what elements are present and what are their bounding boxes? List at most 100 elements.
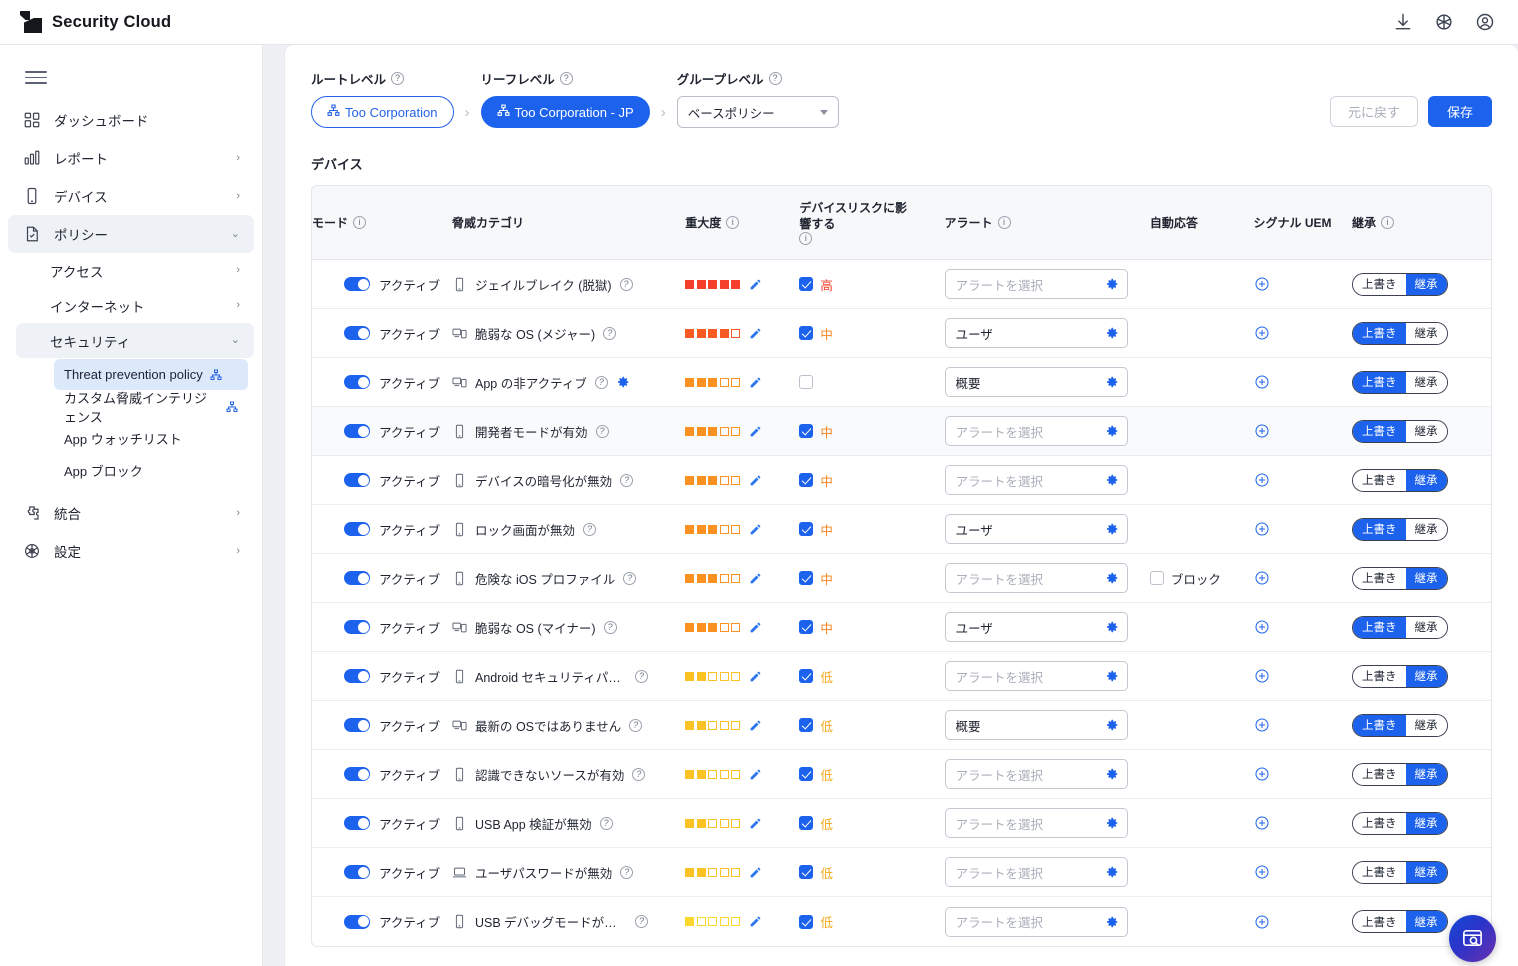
help-icon[interactable]: ? (603, 326, 617, 340)
alert-select[interactable]: アラートを選択 (944, 759, 1128, 790)
inheritance-inherit-option[interactable]: 継承 (1405, 911, 1447, 933)
inheritance-override-option[interactable]: 上書き (1353, 567, 1406, 589)
inheritance-override-option[interactable]: 上書き (1353, 469, 1406, 491)
inheritance-inherit-option[interactable]: 継承 (1405, 518, 1447, 540)
device-risk-checkbox[interactable] (799, 620, 814, 635)
device-risk-checkbox[interactable] (799, 473, 814, 488)
inheritance-toggle[interactable]: 上書き 継承 (1352, 468, 1448, 492)
alert-select[interactable]: アラートを選択 (944, 416, 1128, 447)
gear-icon[interactable] (1433, 11, 1455, 33)
inheritance-inherit-option[interactable]: 継承 (1405, 714, 1447, 736)
inheritance-toggle[interactable]: 上書き 継承 (1352, 762, 1448, 786)
alert-settings-icon[interactable] (1105, 915, 1119, 929)
edit-severity-icon[interactable] (749, 915, 762, 928)
alert-settings-icon[interactable] (1105, 375, 1119, 389)
alert-settings-icon[interactable] (1105, 571, 1119, 585)
inheritance-override-option[interactable]: 上書き (1353, 616, 1406, 638)
inheritance-toggle[interactable]: 上書き 継承 (1352, 615, 1448, 639)
inheritance-override-option[interactable]: 上書き (1353, 763, 1406, 785)
mode-toggle[interactable] (344, 620, 370, 635)
sidebar-item-settings[interactable]: 設定 › (8, 532, 254, 570)
account-icon[interactable] (1474, 11, 1496, 33)
help-icon[interactable]: ? (620, 865, 634, 879)
mode-toggle[interactable] (344, 326, 370, 341)
alert-settings-icon[interactable] (1105, 718, 1119, 732)
inheritance-override-option[interactable]: 上書き (1353, 273, 1406, 295)
edit-severity-icon[interactable] (749, 866, 762, 879)
device-risk-checkbox[interactable] (799, 424, 814, 439)
alert-settings-icon[interactable] (1105, 473, 1119, 487)
add-signal-uem-icon[interactable] (1254, 374, 1270, 390)
help-icon[interactable]: ? (634, 669, 648, 683)
add-signal-uem-icon[interactable] (1254, 619, 1270, 635)
add-signal-uem-icon[interactable] (1254, 521, 1270, 537)
sidebar-item-devices[interactable]: デバイス › (8, 177, 254, 215)
edit-severity-icon[interactable] (749, 327, 762, 340)
info-icon[interactable]: i (353, 216, 367, 230)
add-signal-uem-icon[interactable] (1254, 717, 1270, 733)
device-risk-checkbox[interactable] (799, 326, 814, 341)
inheritance-inherit-option[interactable]: 継承 (1405, 567, 1447, 589)
edit-severity-icon[interactable] (749, 817, 762, 830)
edit-severity-icon[interactable] (749, 376, 762, 389)
sidebar-item-dashboard[interactable]: ダッシュボード (8, 101, 254, 139)
edit-severity-icon[interactable] (749, 621, 762, 634)
inheritance-inherit-option[interactable]: 継承 (1405, 273, 1447, 295)
inheritance-inherit-option[interactable]: 継承 (1405, 763, 1447, 785)
inheritance-override-option[interactable]: 上書き (1353, 371, 1406, 393)
inheritance-toggle[interactable]: 上書き 継承 (1352, 566, 1448, 590)
alert-select[interactable]: アラートを選択 (944, 465, 1128, 496)
alert-select[interactable]: アラートを選択 (944, 661, 1128, 692)
inheritance-toggle[interactable]: 上書き 継承 (1352, 664, 1448, 688)
device-risk-checkbox[interactable] (799, 375, 814, 390)
sidebar-item-app-watchlist[interactable]: App ウォッチリスト (54, 423, 248, 454)
edit-severity-icon[interactable] (749, 719, 762, 732)
device-risk-checkbox[interactable] (799, 914, 814, 929)
edit-severity-icon[interactable] (749, 425, 762, 438)
inheritance-override-option[interactable]: 上書き (1353, 665, 1406, 687)
edit-severity-icon[interactable] (749, 670, 762, 683)
help-icon[interactable]: ? (634, 915, 648, 929)
inheritance-override-option[interactable]: 上書き (1353, 861, 1406, 883)
sidebar-item-security[interactable]: セキュリティ ⌄ (16, 323, 254, 358)
inheritance-override-option[interactable]: 上書き (1353, 911, 1406, 933)
revert-button[interactable]: 元に戻す (1329, 96, 1418, 127)
add-signal-uem-icon[interactable] (1254, 815, 1270, 831)
alert-settings-icon[interactable] (1105, 522, 1119, 536)
info-icon[interactable]: i (997, 216, 1011, 230)
download-icon[interactable] (1392, 11, 1414, 33)
inheritance-toggle[interactable]: 上書き 継承 (1352, 811, 1448, 835)
inheritance-toggle[interactable]: 上書き 継承 (1352, 419, 1448, 443)
inheritance-override-option[interactable]: 上書き (1353, 812, 1406, 834)
inheritance-toggle[interactable]: 上書き 継承 (1352, 910, 1448, 934)
inheritance-override-option[interactable]: 上書き (1353, 518, 1406, 540)
inheritance-toggle[interactable]: 上書き 継承 (1352, 713, 1448, 737)
sidebar-item-policy[interactable]: ポリシー ⌄ (8, 215, 254, 253)
info-icon[interactable]: ? (559, 72, 573, 85)
alert-select[interactable]: アラートを選択 (944, 269, 1128, 300)
inheritance-inherit-option[interactable]: 継承 (1405, 616, 1447, 638)
inheritance-toggle[interactable]: 上書き 継承 (1352, 272, 1448, 296)
help-icon[interactable]: ? (632, 767, 646, 781)
alert-settings-icon[interactable] (1105, 277, 1119, 291)
mode-toggle[interactable] (344, 277, 370, 292)
alert-settings-icon[interactable] (1105, 669, 1119, 683)
alert-settings-icon[interactable] (1105, 326, 1119, 340)
device-risk-checkbox[interactable] (799, 571, 814, 586)
help-icon[interactable]: ? (594, 375, 608, 389)
help-icon[interactable]: ? (620, 473, 634, 487)
sidebar-item-access[interactable]: アクセス › (16, 253, 254, 288)
sidebar-item-internet[interactable]: インターネット › (16, 288, 254, 323)
edit-severity-icon[interactable] (749, 523, 762, 536)
mode-toggle[interactable] (344, 914, 370, 929)
sidebar-item-reports[interactable]: レポート › (8, 139, 254, 177)
auto-response-checkbox[interactable] (1149, 571, 1164, 586)
inheritance-toggle[interactable]: 上書き 継承 (1352, 370, 1448, 394)
alert-select[interactable]: アラートを選択 (944, 906, 1128, 937)
add-signal-uem-icon[interactable] (1254, 472, 1270, 488)
help-icon[interactable]: ? (629, 718, 643, 732)
breadcrumb-leaf-pill[interactable]: Too Corporation - JP (480, 96, 650, 128)
alert-settings-icon[interactable] (1105, 816, 1119, 830)
add-signal-uem-icon[interactable] (1254, 325, 1270, 341)
alert-settings-icon[interactable] (1105, 865, 1119, 879)
